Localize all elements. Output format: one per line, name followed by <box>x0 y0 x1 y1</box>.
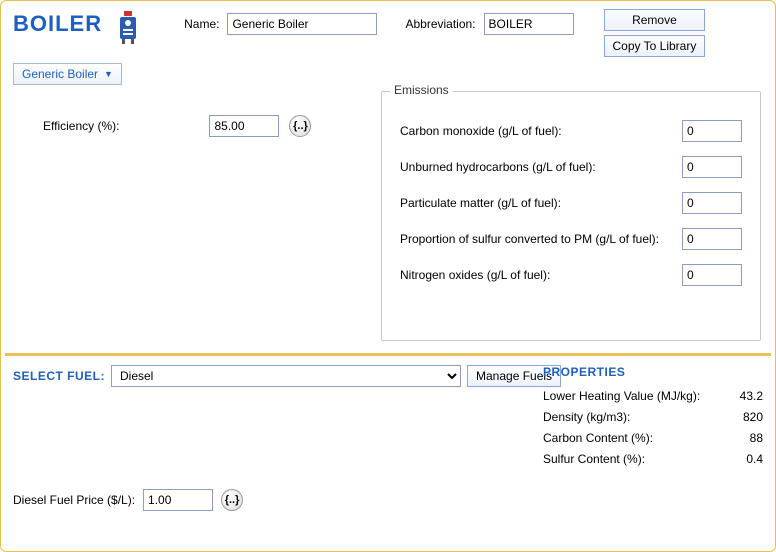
boiler-type-value: Generic Boiler <box>22 67 98 81</box>
emissions-label: Proportion of sulfur converted to PM (g/… <box>400 232 659 246</box>
property-row: Sulfur Content (%): 0.4 <box>543 452 763 466</box>
chevron-down-icon: ▼ <box>104 69 113 79</box>
emissions-group: Emissions Carbon monoxide (g/L of fuel):… <box>381 91 761 341</box>
property-row: Density (kg/m3): 820 <box>543 410 763 424</box>
emissions-row: Nitrogen oxides (g/L of fuel): <box>400 264 742 286</box>
header-fields: Name: Abbreviation: <box>184 13 573 35</box>
remove-button[interactable]: Remove <box>604 9 706 31</box>
select-fuel-label: SELECT FUEL: <box>13 369 105 383</box>
emissions-row: Carbon monoxide (g/L of fuel): <box>400 120 742 142</box>
boiler-title: BOILER <box>13 11 102 37</box>
copy-to-library-button[interactable]: Copy To Library <box>604 35 706 57</box>
fuel-price-sensitivity-button[interactable]: {..} <box>221 489 243 511</box>
emissions-input[interactable] <box>682 192 742 214</box>
property-label: Lower Heating Value (MJ/kg): <box>543 389 700 403</box>
boiler-panel: BOILER Name: Abbreviation: Remove Copy T… <box>0 0 776 552</box>
emissions-input[interactable] <box>682 228 742 250</box>
abbr-input[interactable] <box>484 13 574 35</box>
property-value: 0.4 <box>746 452 763 466</box>
title-row: BOILER Name: Abbreviation: Remove Copy T… <box>13 9 763 57</box>
property-value: 820 <box>743 410 763 424</box>
fuel-price-label: Diesel Fuel Price ($/L): <box>13 493 135 507</box>
section-divider <box>5 353 771 356</box>
name-label: Name: <box>184 17 219 31</box>
property-row: Carbon Content (%): 88 <box>543 431 763 445</box>
properties-panel: PROPERTIES Lower Heating Value (MJ/kg): 4… <box>543 365 763 473</box>
boiler-icon <box>112 9 144 45</box>
property-label: Density (kg/m3): <box>543 410 630 424</box>
property-label: Sulfur Content (%): <box>543 452 645 466</box>
property-row: Lower Heating Value (MJ/kg): 43.2 <box>543 389 763 403</box>
efficiency-label: Efficiency (%): <box>43 119 119 133</box>
efficiency-input[interactable] <box>209 115 279 137</box>
emissions-legend: Emissions <box>390 83 453 97</box>
fuel-price-input[interactable] <box>143 489 213 511</box>
emissions-label: Nitrogen oxides (g/L of fuel): <box>400 268 550 282</box>
emissions-input[interactable] <box>682 120 742 142</box>
efficiency-sensitivity-button[interactable]: {..} <box>289 115 311 137</box>
name-input[interactable] <box>227 13 377 35</box>
emissions-label: Carbon monoxide (g/L of fuel): <box>400 124 562 138</box>
boiler-type-dropdown[interactable]: Generic Boiler ▼ <box>13 63 122 85</box>
property-value: 43.2 <box>740 389 763 403</box>
abbr-label: Abbreviation: <box>405 17 475 31</box>
property-value: 88 <box>750 431 763 445</box>
emissions-row: Proportion of sulfur converted to PM (g/… <box>400 228 742 250</box>
fuel-select[interactable]: Diesel <box>111 365 461 387</box>
emissions-label: Particulate matter (g/L of fuel): <box>400 196 561 210</box>
emissions-row: Particulate matter (g/L of fuel): <box>400 192 742 214</box>
property-label: Carbon Content (%): <box>543 431 653 445</box>
emissions-row: Unburned hydrocarbons (g/L of fuel): <box>400 156 742 178</box>
emissions-input[interactable] <box>682 264 742 286</box>
emissions-label: Unburned hydrocarbons (g/L of fuel): <box>400 160 596 174</box>
properties-header: PROPERTIES <box>543 365 763 379</box>
fuel-price-row: Diesel Fuel Price ($/L): {..} <box>13 489 243 511</box>
header-buttons: Remove Copy To Library <box>604 9 706 57</box>
emissions-input[interactable] <box>682 156 742 178</box>
